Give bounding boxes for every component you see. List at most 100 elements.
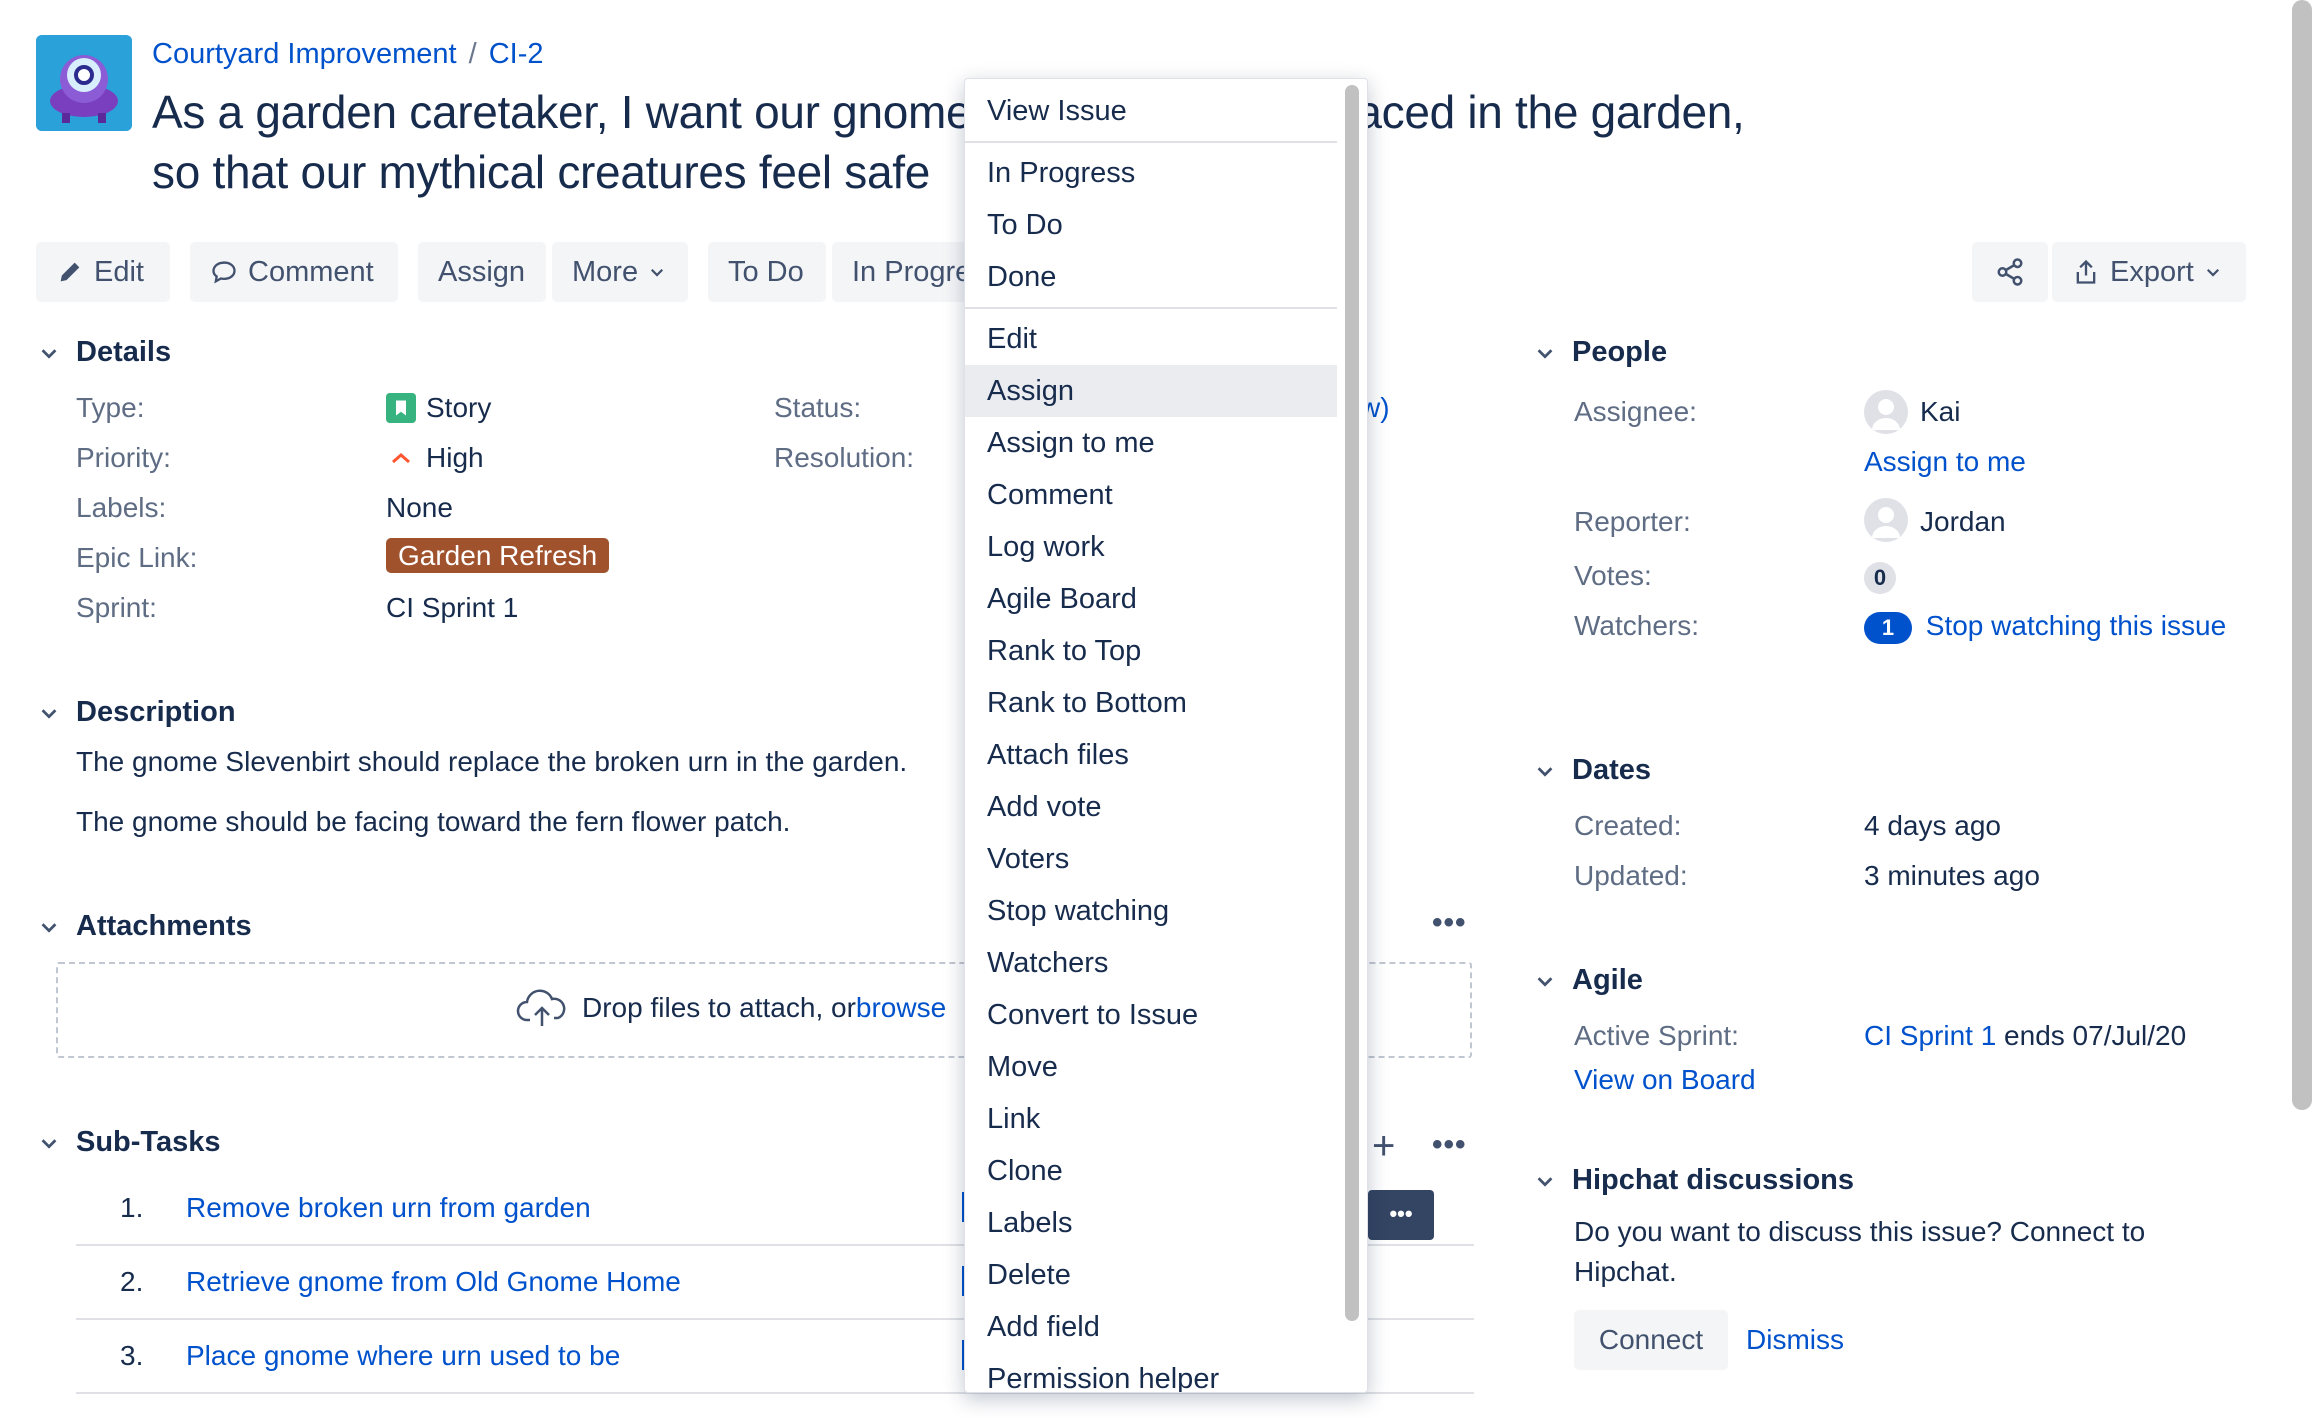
created-value: 4 days ago: [1864, 810, 2001, 841]
watchers-value[interactable]: 1 Stop watching this issue: [1864, 610, 2226, 644]
breadcrumb-separator: /: [468, 38, 477, 70]
assign-button[interactable]: Assign: [418, 242, 546, 302]
description-line-2[interactable]: The gnome should be facing toward the fe…: [76, 806, 790, 838]
menu-item-rank-to-top[interactable]: Rank to Top: [965, 625, 1337, 677]
sprint-link[interactable]: CI Sprint 1: [1864, 1020, 1996, 1051]
description-line-1[interactable]: The gnome Slevenbirt should replace the …: [76, 746, 907, 778]
chevron-down-icon: [36, 340, 62, 366]
in-progress-transition-button[interactable]: In Progre: [832, 242, 972, 302]
priority-high-icon: [392, 453, 410, 464]
menu-item-link[interactable]: Link: [965, 1093, 1337, 1145]
details-module-toggle[interactable]: Details: [36, 336, 171, 369]
menu-item-labels[interactable]: Labels: [965, 1197, 1337, 1249]
more-button-label: More: [572, 256, 639, 288]
breadcrumb-project-link[interactable]: Courtyard Improvement: [152, 38, 457, 70]
votes-label: Votes:: [1574, 560, 1652, 591]
menu-item-add-vote[interactable]: Add vote: [965, 781, 1337, 833]
dismiss-link[interactable]: Dismiss: [1746, 1324, 1844, 1356]
more-button[interactable]: More: [552, 242, 688, 302]
add-subtask-icon[interactable]: +: [1372, 1126, 1395, 1166]
avatar: [1864, 498, 1908, 542]
menu-item-assign[interactable]: Assign: [965, 365, 1337, 417]
description-module-toggle[interactable]: Description: [36, 696, 236, 729]
subtask-link[interactable]: Place gnome where urn used to be: [186, 1340, 620, 1372]
priority-value-text: High: [426, 442, 484, 473]
menu-item-agile-board[interactable]: Agile Board: [965, 573, 1337, 625]
agile-heading: Agile: [1572, 964, 1643, 996]
menu-item-view-issue[interactable]: View Issue: [965, 85, 1337, 137]
created-label: Created:: [1574, 810, 1682, 841]
subtask-link[interactable]: Retrieve gnome from Old Gnome Home: [186, 1266, 681, 1298]
priority-value[interactable]: High: [386, 442, 484, 474]
menu-item-convert-to-issue[interactable]: Convert to Issue: [965, 989, 1337, 1041]
subtasks-module-toggle[interactable]: Sub-Tasks: [36, 1126, 221, 1159]
menu-item-done[interactable]: Done: [965, 251, 1337, 303]
summary-line1-tail: aced in the garden,: [1356, 86, 1745, 138]
menu-item-permission-helper[interactable]: Permission helper: [965, 1353, 1337, 1392]
chevron-down-icon: [1532, 758, 1558, 784]
menu-item-log-work[interactable]: Log work: [965, 521, 1337, 573]
to-do-button-label: To Do: [728, 256, 804, 288]
subtask-number: 1.: [120, 1192, 144, 1223]
stop-watching-link[interactable]: Stop watching this issue: [1926, 610, 2226, 641]
priority-label: Priority:: [76, 442, 171, 473]
agile-module-toggle[interactable]: Agile: [1532, 964, 1643, 997]
menu-item-edit[interactable]: Edit: [965, 313, 1337, 365]
chevron-down-icon: [36, 700, 62, 726]
hipchat-module-toggle[interactable]: Hipchat discussions: [1532, 1164, 1854, 1197]
export-button[interactable]: Export: [2052, 242, 2246, 302]
menu-scrollbar[interactable]: [1345, 85, 1359, 1321]
attachments-module-toggle[interactable]: Attachments: [36, 910, 252, 943]
menu-divider: [965, 307, 1337, 309]
subtasks-more-icon[interactable]: •••: [1432, 1128, 1467, 1162]
menu-item-in-progress[interactable]: In Progress: [965, 147, 1337, 199]
epic-lozenge[interactable]: Garden Refresh: [386, 538, 610, 573]
menu-item-rank-to-bottom[interactable]: Rank to Bottom: [965, 677, 1337, 729]
people-module-toggle[interactable]: People: [1532, 336, 1667, 369]
sprint-value: CI Sprint 1: [386, 592, 519, 623]
labels-label: Labels:: [76, 492, 167, 523]
comment-button[interactable]: Comment: [190, 242, 398, 302]
votes-count[interactable]: 0: [1864, 560, 1896, 594]
to-do-transition-button[interactable]: To Do: [708, 242, 826, 302]
breadcrumb-issue-key-link[interactable]: CI-2: [489, 38, 544, 70]
assign-to-me-link[interactable]: Assign to me: [1864, 446, 2026, 478]
dropzone-text: Drop files to attach, or: [582, 992, 856, 1023]
chevron-down-icon: [36, 1130, 62, 1156]
subtask-actions-button[interactable]: •••: [1368, 1190, 1434, 1240]
edit-button[interactable]: Edit: [36, 242, 170, 302]
reporter-label: Reporter:: [1574, 506, 1691, 537]
menu-item-stop-watching[interactable]: Stop watching: [965, 885, 1337, 937]
labels-value[interactable]: None: [386, 492, 453, 524]
project-avatar[interactable]: [36, 35, 132, 131]
export-button-label: Export: [2110, 256, 2194, 288]
menu-item-comment[interactable]: Comment: [965, 469, 1337, 521]
connect-button[interactable]: Connect: [1574, 1310, 1728, 1370]
menu-item-move[interactable]: Move: [965, 1041, 1337, 1093]
menu-item-voters[interactable]: Voters: [965, 833, 1337, 885]
type-value-text: Story: [426, 392, 492, 423]
edit-button-label: Edit: [94, 256, 144, 288]
menu-item-assign-to-me[interactable]: Assign to me: [965, 417, 1337, 469]
browse-link[interactable]: browse: [856, 992, 946, 1024]
subtasks-heading: Sub-Tasks: [76, 1126, 221, 1158]
assignee-value[interactable]: Kai: [1920, 396, 1960, 428]
menu-item-to-do[interactable]: To Do: [965, 199, 1337, 251]
watchers-badge[interactable]: 1: [1864, 611, 1912, 644]
people-heading: People: [1572, 336, 1668, 368]
epic-link-value[interactable]: Garden Refresh: [386, 538, 610, 573]
view-on-board-link[interactable]: View on Board: [1574, 1064, 1756, 1096]
details-heading: Details: [76, 336, 172, 368]
menu-item-clone[interactable]: Clone: [965, 1145, 1337, 1197]
dates-module-toggle[interactable]: Dates: [1532, 754, 1651, 787]
page-scrollbar[interactable]: [2292, 0, 2312, 1110]
subtask-link[interactable]: Remove broken urn from garden: [186, 1192, 591, 1224]
menu-item-add-field[interactable]: Add field: [965, 1301, 1337, 1353]
menu-item-attach-files[interactable]: Attach files: [965, 729, 1337, 781]
share-button[interactable]: [1972, 242, 2048, 302]
reporter-value[interactable]: Jordan: [1920, 506, 2006, 538]
attachments-more-icon[interactable]: •••: [1432, 906, 1467, 940]
menu-item-watchers[interactable]: Watchers: [965, 937, 1337, 989]
menu-item-delete[interactable]: Delete: [965, 1249, 1337, 1301]
type-value[interactable]: Story: [386, 392, 491, 424]
